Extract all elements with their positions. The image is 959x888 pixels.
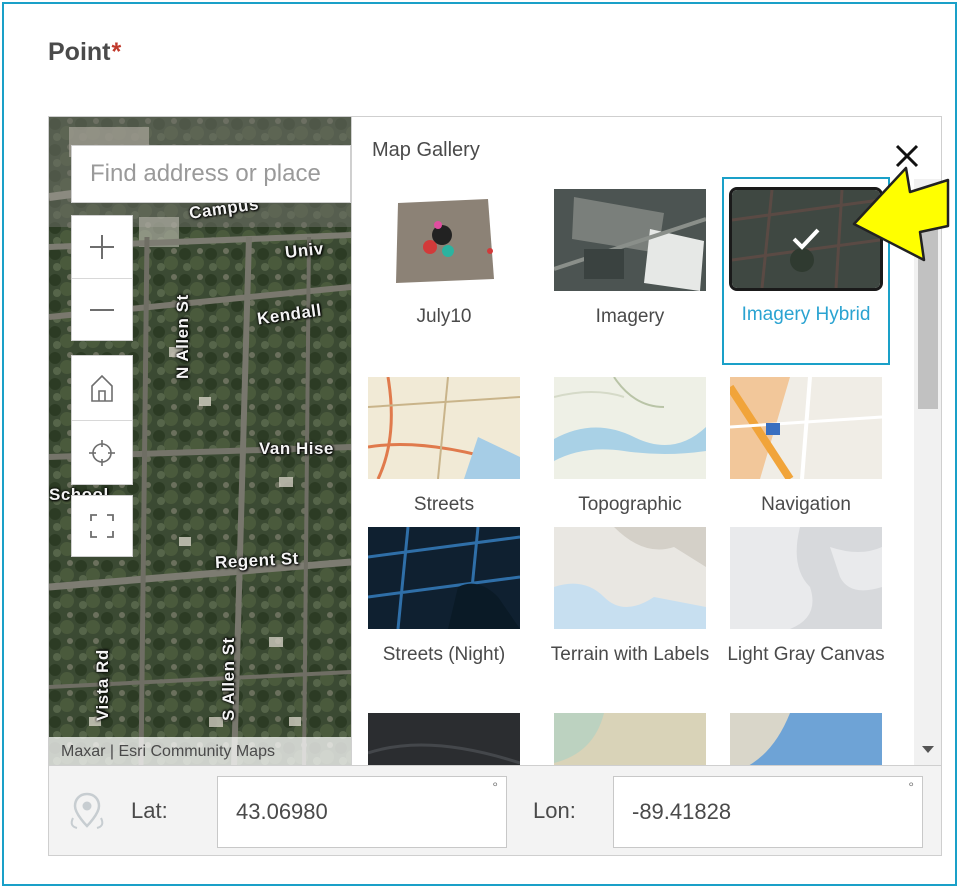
annotation-arrow-icon [852, 166, 950, 262]
basemap-label: Imagery [595, 306, 665, 327]
degree-symbol: ° [492, 779, 498, 795]
basemap-tile-topographic[interactable]: Topographic [546, 377, 714, 523]
home-button[interactable] [72, 356, 132, 420]
basemap-tile-streets[interactable]: Streets [360, 377, 528, 523]
basemap-label: Navigation [761, 494, 851, 515]
basemap-tile-terrain[interactable]: Terrain with Labels [546, 527, 714, 673]
search-input[interactable]: Find address or place [71, 145, 351, 203]
basemap-tile-imagery[interactable]: Imagery [546, 189, 714, 335]
zoom-out-button[interactable] [72, 278, 132, 340]
minus-icon [90, 308, 114, 311]
basemap-tile-oceans[interactable] [722, 713, 890, 765]
scroll-down-arrow-icon[interactable] [922, 746, 934, 753]
lat-label: Lat: [131, 798, 168, 823]
required-mark: * [111, 38, 122, 66]
form-card: Point * Campus Univ Kendall N Allen St V… [2, 2, 957, 886]
gallery-title: Map Gallery [372, 139, 480, 161]
basemap-label: Terrain with Labels [550, 644, 710, 665]
street-label: S Allen St [219, 637, 238, 721]
lat-value: 43.06980 [236, 799, 328, 824]
street-label: Van Hise [259, 439, 334, 458]
search-placeholder: Find address or place [90, 160, 321, 187]
basemap-grid: July10 Imagery Imagery Hybrid Streets To… [352, 177, 910, 765]
basemap-label: Imagery Hybrid [741, 304, 871, 325]
attribution-text: Maxar | Esri Community Maps [61, 743, 275, 760]
home-icon [91, 374, 113, 402]
field-label-text: Point [48, 38, 111, 66]
lon-input[interactable]: -89.41828 ° [613, 776, 923, 848]
lon-value: -89.41828 [632, 799, 732, 824]
basemap-thumbnail [730, 527, 882, 629]
basemap-label: Streets (Night) [382, 644, 506, 665]
street-label: Univ [284, 239, 325, 262]
basemap-thumbnail [554, 527, 706, 629]
fullscreen-icon [90, 514, 114, 538]
basemap-thumbnail [368, 713, 520, 765]
map-tools [71, 355, 133, 485]
basemap-label: Streets [413, 494, 475, 515]
basemap-tile-july10[interactable]: July10 [360, 189, 528, 335]
basemap-label: Topographic [578, 494, 682, 515]
basemap-thumbnail [730, 377, 882, 479]
basemap-tile-streets-night[interactable]: Streets (Night) [360, 527, 528, 673]
basemap-tile-oceans-terrain[interactable] [546, 713, 714, 765]
zoom-in-button[interactable] [72, 216, 132, 278]
crosshair-icon [89, 439, 115, 466]
basemap-label: July10 [416, 306, 472, 327]
basemap-label: Light Gray Canvas [727, 644, 885, 665]
basemap-thumbnail [368, 377, 520, 479]
lat-input[interactable]: 43.06980 ° [217, 776, 507, 848]
fullscreen-button[interactable] [71, 495, 133, 557]
coordinates-bar: Lat: 43.06980 ° Lon: -89.41828 ° [48, 766, 942, 856]
basemap-tile-navigation[interactable]: Navigation [722, 377, 890, 523]
basemap-thumbnail [368, 527, 520, 629]
basemap-tile-dark-gray[interactable] [360, 713, 528, 765]
basemap-thumbnail [730, 713, 882, 765]
basemap-thumbnail [368, 189, 520, 291]
basemap-thumbnail [554, 189, 706, 291]
plus-icon [90, 235, 114, 259]
basemap-thumbnail [554, 713, 706, 765]
lon-label: Lon: [533, 798, 576, 823]
degree-symbol: ° [908, 779, 914, 795]
basemap-thumbnail [554, 377, 706, 479]
location-pin-icon[interactable] [67, 788, 107, 832]
map-view[interactable]: Campus Univ Kendall N Allen St Van Hise … [49, 117, 351, 765]
zoom-controls [71, 215, 133, 341]
locate-button[interactable] [72, 420, 132, 484]
street-label: N Allen St [173, 294, 192, 379]
field-label: Point * [48, 38, 121, 67]
basemap-tile-light-gray[interactable]: Light Gray Canvas [722, 527, 890, 673]
street-label: Vista Rd [93, 649, 112, 721]
map-widget: Campus Univ Kendall N Allen St Van Hise … [48, 116, 942, 766]
map-attribution: Maxar | Esri Community Maps [49, 737, 351, 765]
